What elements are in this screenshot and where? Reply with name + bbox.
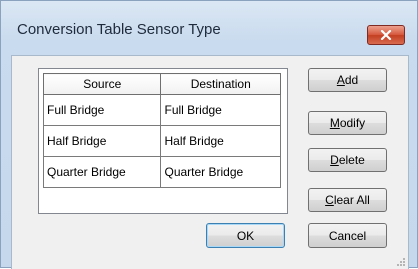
conversion-table: Source Destination Full Bridge Full Brid… <box>42 73 281 188</box>
close-button[interactable] <box>367 25 405 45</box>
resize-grip-icon[interactable] <box>396 257 406 267</box>
conversion-table-list[interactable]: Source Destination Full Bridge Full Brid… <box>38 68 288 214</box>
table-row[interactable]: Full Bridge Full Bridge <box>42 94 281 126</box>
delete-button-label: elete <box>338 153 365 167</box>
modify-button[interactable]: Modify <box>308 111 387 135</box>
destination-cell: Half Bridge <box>160 125 281 157</box>
clear-all-button-label: lear All <box>333 193 370 207</box>
table-row[interactable]: Quarter Bridge Quarter Bridge <box>42 156 281 188</box>
source-cell: Half Bridge <box>42 125 162 157</box>
delete-button-mnemonic: D <box>330 153 339 167</box>
ok-button[interactable]: OK <box>206 223 285 248</box>
add-button[interactable]: Add <box>308 68 387 92</box>
table-header-row: Source Destination <box>42 73 281 95</box>
modify-button-label: odify <box>339 116 366 130</box>
source-cell: Full Bridge <box>42 94 162 126</box>
delete-button[interactable]: Delete <box>308 148 387 172</box>
column-header-source[interactable]: Source <box>42 73 162 95</box>
clear-all-button-mnemonic: C <box>325 193 334 207</box>
clear-all-button[interactable]: Clear All <box>308 188 387 212</box>
source-cell: Quarter Bridge <box>42 156 162 188</box>
dialog-window: Conversion Table Sensor Type Source Dest… <box>0 0 418 269</box>
table-row[interactable]: Half Bridge Half Bridge <box>42 125 281 157</box>
column-header-destination[interactable]: Destination <box>160 73 281 95</box>
cancel-button[interactable]: Cancel <box>308 223 387 248</box>
destination-cell: Full Bridge <box>160 94 281 126</box>
add-button-label: dd <box>344 73 359 87</box>
modify-button-mnemonic: M <box>329 116 340 130</box>
close-icon <box>380 30 392 40</box>
destination-cell: Quarter Bridge <box>160 156 281 188</box>
window-title: Conversion Table Sensor Type <box>17 21 221 38</box>
add-button-mnemonic: A <box>336 73 345 87</box>
dialog-client-area: Source Destination Full Bridge Full Brid… <box>11 55 409 269</box>
